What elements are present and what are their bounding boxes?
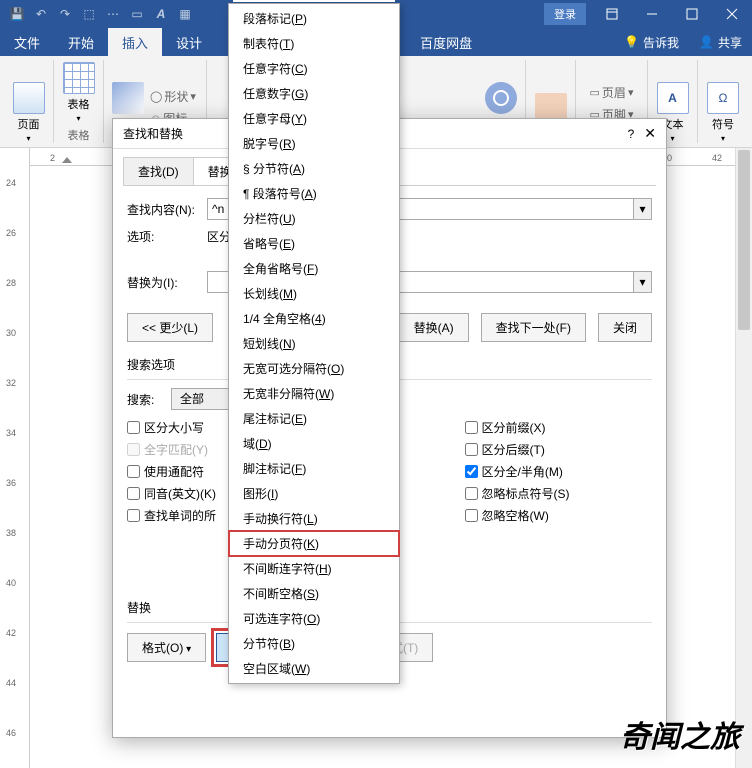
menu-item[interactable]: 短划线(N)	[229, 331, 399, 356]
ribbon-group-pages: 页面▾	[4, 60, 54, 143]
qat-icon[interactable]: A	[150, 3, 172, 25]
help-icon[interactable]: ?	[628, 127, 635, 141]
menu-item[interactable]: 图形(I)	[229, 481, 399, 506]
menu-item[interactable]: 制表符(T)	[229, 31, 399, 56]
chk-prefix[interactable]	[465, 421, 478, 434]
symbols-button[interactable]: Ω符号▾	[707, 82, 739, 143]
qat-icon[interactable]: ▭	[126, 3, 148, 25]
menu-item[interactable]: 任意字符(C)	[229, 56, 399, 81]
search-scope-label: 搜索:	[127, 391, 171, 408]
menu-item[interactable]: 省略号(E)	[229, 231, 399, 256]
share-button[interactable]: 👤共享	[689, 34, 752, 51]
redo-icon[interactable]: ↷	[54, 3, 76, 25]
format-button[interactable]: 格式(O)	[127, 633, 206, 662]
tab-file[interactable]: 文件	[0, 28, 54, 56]
menu-item[interactable]: 全角省略号(F)	[229, 256, 399, 281]
menu-item[interactable]: 无宽可选分隔符(O)	[229, 356, 399, 381]
menu-item[interactable]: 不间断空格(S)	[229, 581, 399, 606]
chevron-down-icon[interactable]: ▾	[634, 198, 652, 220]
maximize-icon[interactable]	[672, 0, 712, 28]
qat-icon[interactable]: ▦	[174, 3, 196, 25]
shapes-button[interactable]: ◯ 形状▾	[148, 86, 198, 107]
close-icon[interactable]: ✕	[644, 125, 656, 142]
dialog-title: 查找和替换	[123, 125, 183, 142]
special-format-menu: 段落标记(P)制表符(T)任意字符(C)任意数字(G)任意字母(Y)脱字号(R)…	[228, 3, 400, 684]
options-label: 选项:	[127, 228, 207, 245]
menu-item[interactable]: 分栏符(U)	[229, 206, 399, 231]
menu-item[interactable]: 段落标记(P)	[229, 6, 399, 31]
chk-sounds[interactable]	[127, 487, 140, 500]
chk-fullhalf[interactable]	[465, 465, 478, 478]
tab-design[interactable]: 设计	[162, 28, 216, 56]
pages-button[interactable]: 页面▾	[13, 82, 45, 143]
menu-item[interactable]: 域(D)	[229, 431, 399, 456]
menu-item[interactable]: 无宽非分隔符(W)	[229, 381, 399, 406]
replace-label: 替换为(I):	[127, 274, 207, 291]
menu-item[interactable]: 不间断连字符(H)	[229, 556, 399, 581]
login-button[interactable]: 登录	[544, 3, 586, 25]
ruler-vertical[interactable]: 24 26 28 30 32 34 36 38 40 42 44 46	[0, 148, 30, 768]
find-label: 查找内容(N):	[127, 201, 207, 218]
save-icon[interactable]: 💾	[6, 3, 28, 25]
menu-item[interactable]: 手动换行符(L)	[229, 506, 399, 531]
indent-marker-icon[interactable]	[62, 152, 72, 162]
scrollbar-vertical[interactable]	[735, 148, 752, 768]
tab-insert[interactable]: 插入	[108, 28, 162, 56]
qat-icon[interactable]: ⬚	[78, 3, 100, 25]
menu-item[interactable]: 空白区域(W)	[229, 656, 399, 681]
tab-find[interactable]: 查找(D)	[123, 157, 194, 185]
menu-item[interactable]: 任意字母(Y)	[229, 106, 399, 131]
menu-item[interactable]: § 分节符(A)	[229, 156, 399, 181]
menu-item[interactable]: 长划线(M)	[229, 281, 399, 306]
chk-whole	[127, 443, 140, 456]
qat-icon[interactable]: ⋯	[102, 3, 124, 25]
chk-space[interactable]	[465, 509, 478, 522]
menu-item[interactable]: 脚注标记(F)	[229, 456, 399, 481]
quick-access-toolbar: 💾 ↶ ↷ ⬚ ⋯ ▭ A ▦	[0, 0, 202, 28]
menu-item[interactable]: 任意数字(G)	[229, 81, 399, 106]
menu-item[interactable]: 1/4 全角空格(4)	[229, 306, 399, 331]
chk-punct[interactable]	[465, 487, 478, 500]
scroll-thumb[interactable]	[738, 150, 750, 330]
chk-wildcard[interactable]	[127, 465, 140, 478]
ribbon-options-icon[interactable]	[592, 0, 632, 28]
group-label: 表格	[68, 127, 90, 143]
chk-case[interactable]	[127, 421, 140, 434]
undo-icon[interactable]: ↶	[30, 3, 52, 25]
menu-item[interactable]: ¶ 段落符号(A)	[229, 181, 399, 206]
less-button[interactable]: << 更少(L)	[127, 313, 213, 342]
ribbon-group-symbols: Ω符号▾	[698, 60, 748, 143]
ribbon-group-tables: 表格▾ 表格	[54, 60, 104, 143]
chevron-down-icon[interactable]: ▾	[634, 271, 652, 293]
menu-item[interactable]: 分节符(B)	[229, 631, 399, 656]
find-next-button[interactable]: 查找下一处(F)	[481, 313, 586, 342]
menu-item[interactable]: 尾注标记(E)	[229, 406, 399, 431]
chk-suffix[interactable]	[465, 443, 478, 456]
minimize-icon[interactable]	[632, 0, 672, 28]
header-button[interactable]: ▭ 页眉▾	[588, 82, 636, 103]
close-button[interactable]: 关闭	[598, 313, 652, 342]
close-icon[interactable]	[712, 0, 752, 28]
tab-baidu[interactable]: 百度网盘	[406, 28, 486, 56]
menu-item[interactable]: 脱字号(R)	[229, 131, 399, 156]
menu-item[interactable]: 可选连字符(O)	[229, 606, 399, 631]
tab-home[interactable]: 开始	[54, 28, 108, 56]
tell-me[interactable]: 💡告诉我	[614, 34, 689, 51]
watermark: 奇闻之旅	[620, 712, 740, 756]
table-button[interactable]: 表格▾	[63, 62, 95, 123]
menu-item[interactable]: 手动分页符(K)	[229, 531, 399, 556]
titlebar-right: 登录	[544, 0, 752, 28]
replace-all-button[interactable]: 替换(A)	[399, 313, 469, 342]
chk-forms[interactable]	[127, 509, 140, 522]
